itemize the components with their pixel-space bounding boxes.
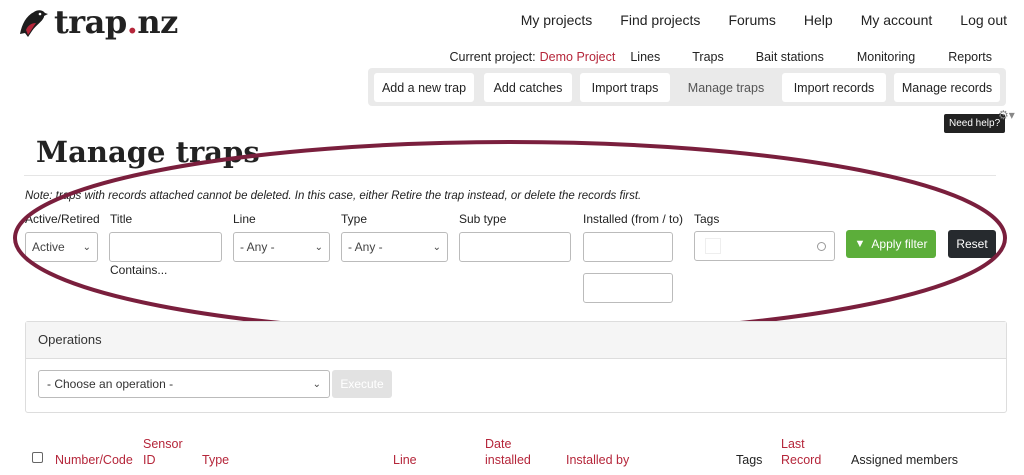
tags-token-area [705, 238, 721, 254]
tab-import-traps[interactable]: Import traps [580, 73, 670, 102]
chevron-down-icon: ⌄ [314, 241, 323, 253]
operations-header: Operations [26, 322, 1006, 359]
tab-manage-traps[interactable]: Manage traps [678, 73, 774, 102]
tab-manage-records[interactable]: Manage records [894, 73, 1000, 102]
title-divider [24, 175, 996, 176]
col-tags: Tags [736, 453, 763, 467]
tab-add-catches[interactable]: Add catches [484, 73, 572, 102]
installed-to-input[interactable] [583, 273, 673, 303]
subnav-bait-stations[interactable]: Bait stations [756, 50, 824, 64]
apply-filter-label: Apply filter [871, 237, 928, 251]
traps-action-tabs: Add a new trap Add catches Import traps … [368, 68, 1006, 106]
title-input[interactable] [109, 232, 222, 262]
nav-my-account[interactable]: My account [861, 12, 933, 28]
operation-select-value: - Choose an operation - [47, 377, 174, 391]
nav-my-projects[interactable]: My projects [521, 12, 593, 28]
chevron-down-icon: ⌄ [312, 378, 321, 390]
subnav-monitoring[interactable]: Monitoring [857, 50, 915, 64]
main-nav: My projects Find projects Forums Help My… [493, 12, 1007, 28]
tags-input[interactable] [694, 231, 835, 261]
bird-logo-icon [20, 10, 48, 37]
subnav-reports[interactable]: Reports [948, 50, 992, 64]
select-all-checkbox[interactable] [32, 452, 43, 463]
tags-label: Tags [694, 212, 720, 226]
gear-icon[interactable]: ⚙▾ [998, 108, 1015, 122]
line-value: - Any - [240, 240, 275, 254]
page-title: Manage traps [36, 135, 260, 169]
operation-select[interactable]: - Choose an operation - ⌄ [38, 370, 330, 398]
need-help-button[interactable]: Need help? [944, 114, 1006, 133]
subtype-input[interactable] [459, 232, 571, 262]
installed-from-input[interactable] [583, 232, 673, 262]
project-nav: Current project: Demo Project Lines Trap… [449, 50, 992, 64]
execute-button[interactable]: Execute [332, 370, 392, 398]
current-project-label: Current project: [449, 50, 536, 64]
col-number-code[interactable]: Number/Code [55, 452, 133, 468]
col-sensor-id-line1[interactable]: Sensor [143, 436, 183, 452]
subnav-traps[interactable]: Traps [692, 50, 724, 64]
site-name: trap.nz [54, 3, 178, 41]
nav-forums[interactable]: Forums [728, 12, 775, 28]
col-sensor-id-line2[interactable]: ID [143, 452, 156, 468]
tab-add-new-trap[interactable]: Add a new trap [374, 73, 474, 102]
active-retired-value: Active [32, 240, 65, 254]
nav-log-out[interactable]: Log out [960, 12, 1007, 28]
line-select[interactable]: - Any - ⌄ [233, 232, 330, 262]
type-select[interactable]: - Any - ⌄ [341, 232, 448, 262]
site-logo[interactable]: trap.nz [14, 3, 178, 41]
active-retired-label: Active/Retired [25, 212, 100, 226]
delete-note: Note: traps with records attached cannot… [25, 190, 642, 202]
loading-circle-icon [817, 242, 826, 251]
line-label: Line [233, 212, 256, 226]
col-type[interactable]: Type [202, 452, 229, 468]
tab-import-records[interactable]: Import records [782, 73, 886, 102]
col-date-installed-line1[interactable]: Date [485, 436, 511, 452]
chevron-down-icon: ⌄ [432, 241, 441, 253]
chevron-down-icon: ⌄ [82, 241, 91, 253]
reset-button[interactable]: Reset [948, 230, 996, 258]
nav-find-projects[interactable]: Find projects [620, 12, 700, 28]
col-installed-by[interactable]: Installed by [566, 452, 629, 468]
col-assigned-members: Assigned members [851, 453, 958, 467]
installed-label: Installed (from / to) [583, 212, 684, 226]
active-retired-select[interactable]: Active ⌄ [25, 232, 98, 262]
title-label: Title [110, 212, 133, 226]
operations-panel: Operations - Choose an operation - ⌄ Exe… [25, 321, 1007, 413]
col-last-record-line2[interactable]: Record [781, 452, 821, 468]
type-label: Type [341, 212, 368, 226]
title-contains-hint: Contains... [110, 263, 168, 277]
col-last-record-line1[interactable]: Last [781, 436, 805, 452]
col-date-installed-line2[interactable]: installed [485, 452, 531, 468]
apply-filter-button[interactable]: ▼ Apply filter [846, 230, 936, 258]
current-project-link[interactable]: Demo Project [540, 50, 616, 64]
col-line[interactable]: Line [393, 452, 417, 468]
filter-icon: ▼ [854, 238, 866, 250]
type-value: - Any - [348, 240, 383, 254]
subtype-label: Sub type [459, 212, 507, 226]
subnav-lines[interactable]: Lines [630, 50, 660, 64]
nav-help[interactable]: Help [804, 12, 833, 28]
